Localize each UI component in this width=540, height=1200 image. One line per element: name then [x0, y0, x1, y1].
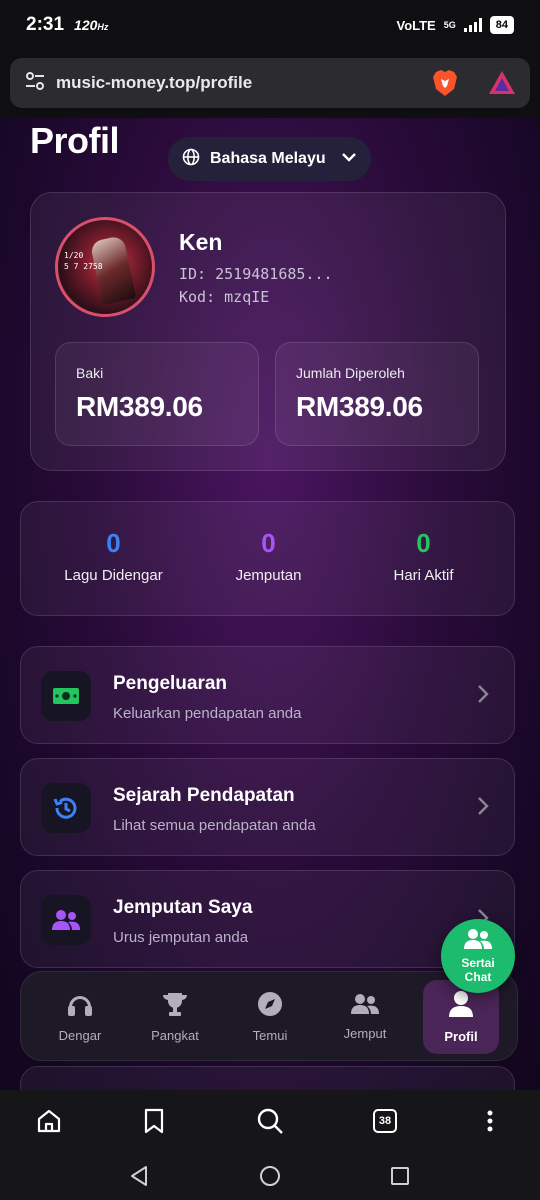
tab-count: 38 [373, 1109, 397, 1133]
balance-label: Baki [76, 365, 104, 381]
profile-card: 1/20 5 7 2758 Ken ID: 2519481685... Kod:… [30, 192, 506, 471]
menu-item-title: Pengeluaran [113, 673, 228, 694]
chat-label-line: Chat [464, 969, 492, 984]
language-selector[interactable]: Bahasa Melayu [168, 137, 371, 181]
user-id: ID: 2519481685... [179, 265, 333, 283]
net-type: 5G [443, 20, 456, 30]
menu-item-earning-history[interactable]: Sejarah Pendapatan Lihat semua pendapata… [20, 758, 515, 856]
trophy-icon [161, 991, 189, 1020]
join-chat-button[interactable]: Sertai Chat [441, 919, 515, 993]
language-label: Bahasa Melayu [210, 150, 326, 167]
chevron-down-icon [341, 149, 357, 170]
total-earned-box: Jumlah Diperoleh RM389.06 [275, 342, 479, 446]
nav-label: Profil [444, 1029, 478, 1044]
balance-value: RM389.06 [76, 391, 203, 422]
total-earned-label: Jumlah Diperoleh [296, 365, 405, 381]
stats-card: 0 Lagu Didengar 0 Jemputan 0 Hari Aktif [20, 501, 515, 616]
stat-active-days-label: Hari Aktif [393, 567, 454, 584]
bookmark-icon[interactable] [138, 1105, 170, 1137]
menu-item-subtitle: Lihat semua pendapatan anda [113, 817, 316, 834]
history-icon [41, 783, 91, 833]
avatar[interactable]: 1/20 5 7 2758 [55, 217, 155, 317]
back-icon[interactable] [127, 1164, 151, 1188]
menu-item-subtitle: Urus jemputan anda [113, 929, 249, 946]
avatar-hud-line: 1/20 [64, 251, 84, 260]
nav-item-listen[interactable]: Dengar [42, 980, 118, 1054]
brave-rewards-icon[interactable] [488, 70, 516, 101]
address-bar[interactable]: music-money.top/profile [10, 58, 530, 108]
nav-label: Temui [252, 1028, 288, 1043]
user-icon [448, 990, 474, 1021]
bottom-navigation: Dengar Pangkat Temui Jemput Profil [20, 971, 518, 1061]
network-label: VoLTE [396, 17, 436, 33]
nav-label: Jemput [343, 1026, 387, 1041]
headphones-icon [66, 991, 94, 1020]
refresh-rate-value: 120 [74, 17, 98, 33]
brave-shields-icon[interactable] [432, 69, 458, 102]
users-icon [41, 895, 91, 945]
avatar-hud-text: 1/20 5 7 2758 [64, 250, 103, 272]
status-indicators: VoLTE 5G 84 [396, 16, 514, 34]
nav-item-rank[interactable]: Pangkat [137, 980, 213, 1054]
nav-item-invite[interactable]: Jemput [327, 980, 403, 1054]
refresh-rate: 120Hz [74, 17, 109, 33]
chat-label-line: Sertai [461, 955, 495, 970]
stat-active-days-value: 0 [416, 528, 431, 558]
search-icon[interactable] [254, 1105, 286, 1137]
compass-icon [257, 991, 283, 1020]
chat-label: Sertai Chat [461, 955, 495, 985]
stat-invites-value: 0 [261, 528, 276, 558]
home-circle-icon[interactable] [258, 1164, 282, 1188]
nav-item-discover[interactable]: Temui [232, 980, 308, 1054]
system-navigation [0, 1152, 540, 1200]
user-name: Ken [179, 229, 223, 255]
menu-item-subtitle: Keluarkan pendapatan anda [113, 705, 302, 722]
tabs-button[interactable]: 38 [369, 1105, 401, 1137]
menu-item-title: Jemputan Saya [113, 897, 253, 918]
stat-invites: 0 Jemputan [186, 528, 351, 584]
stat-songs-label: Lagu Didengar [64, 567, 163, 584]
profile-page: Profil Bahasa Melayu 1/20 5 7 2758 Ken I… [0, 118, 540, 1090]
more-menu-icon[interactable] [474, 1105, 506, 1137]
nav-label: Dengar [58, 1028, 102, 1043]
avatar-hud-line: 5 7 2758 [64, 262, 103, 272]
signal-icon [463, 18, 482, 32]
chevron-right-icon [476, 795, 490, 822]
total-earned-value: RM389.06 [296, 391, 423, 422]
site-settings-icon[interactable] [24, 70, 46, 97]
recents-icon[interactable] [388, 1164, 412, 1188]
menu-item-partial [20, 1066, 515, 1090]
menu-item-withdrawal[interactable]: Pengeluaran Keluarkan pendapatan anda [20, 646, 515, 744]
battery-icon: 84 [489, 16, 514, 34]
browser-url-area: music-money.top/profile [0, 50, 540, 118]
menu-item-title: Sejarah Pendapatan [113, 785, 295, 806]
users-icon [462, 928, 494, 955]
user-code: Kod: mzqIE [179, 288, 270, 306]
page-title: Profil [30, 120, 120, 161]
status-time: 2:31 [26, 14, 65, 35]
status-bar: 2:31 120Hz VoLTE 5G 84 [0, 0, 540, 50]
stat-songs: 0 Lagu Didengar [31, 528, 196, 584]
chevron-right-icon [476, 683, 490, 710]
url-text: music-money.top/profile [56, 73, 253, 92]
globe-icon [182, 148, 200, 171]
browser-toolbar: 38 [0, 1090, 540, 1152]
stat-invites-label: Jemputan [235, 567, 302, 584]
cash-icon [41, 671, 91, 721]
stat-songs-value: 0 [106, 528, 121, 558]
users-icon [350, 993, 380, 1018]
balance-box: Baki RM389.06 [55, 342, 259, 446]
nav-label: Pangkat [151, 1028, 199, 1043]
home-icon[interactable] [33, 1105, 65, 1137]
stat-active-days: 0 Hari Aktif [341, 528, 506, 584]
